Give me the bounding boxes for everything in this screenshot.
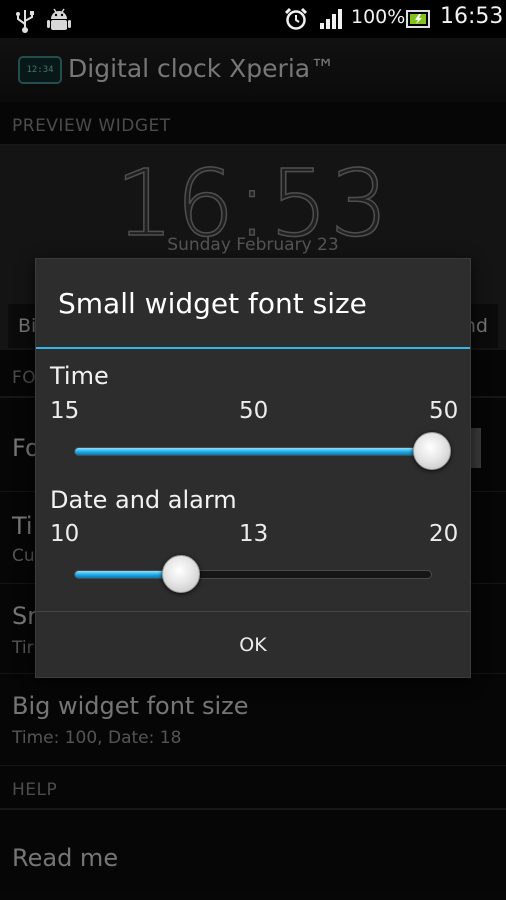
date-value-label: 13 [239, 521, 269, 547]
time-slider-label: Time [50, 362, 109, 390]
dialog-title-divider [36, 347, 470, 349]
time-max-label: 50 [429, 398, 459, 424]
font-size-dialog: Small widget font size Time 15 50 50 Dat… [35, 258, 471, 678]
usb-icon [14, 7, 36, 37]
status-bar: 100% 16:53 [0, 0, 506, 38]
dialog-title: Small widget font size [58, 287, 367, 320]
status-time: 16:53 [440, 4, 504, 29]
alarm-clock-icon [284, 7, 308, 35]
date-slider-label: Date and alarm [50, 486, 237, 514]
time-min-label: 15 [50, 398, 80, 424]
time-slider-fill [75, 448, 431, 455]
android-debug-icon [46, 7, 72, 37]
time-value-label: 50 [239, 398, 269, 424]
time-slider-thumb[interactable] [413, 432, 451, 470]
date-min-label: 10 [50, 521, 80, 547]
time-slider-track[interactable] [74, 447, 432, 456]
date-slider-thumb[interactable] [162, 555, 201, 593]
battery-charging-icon [406, 10, 432, 32]
battery-percent: 100% [351, 6, 406, 28]
signal-icon [319, 9, 345, 33]
date-max-label: 20 [429, 521, 459, 547]
date-slider-track[interactable] [74, 570, 432, 579]
ok-button[interactable]: OK [36, 612, 470, 678]
